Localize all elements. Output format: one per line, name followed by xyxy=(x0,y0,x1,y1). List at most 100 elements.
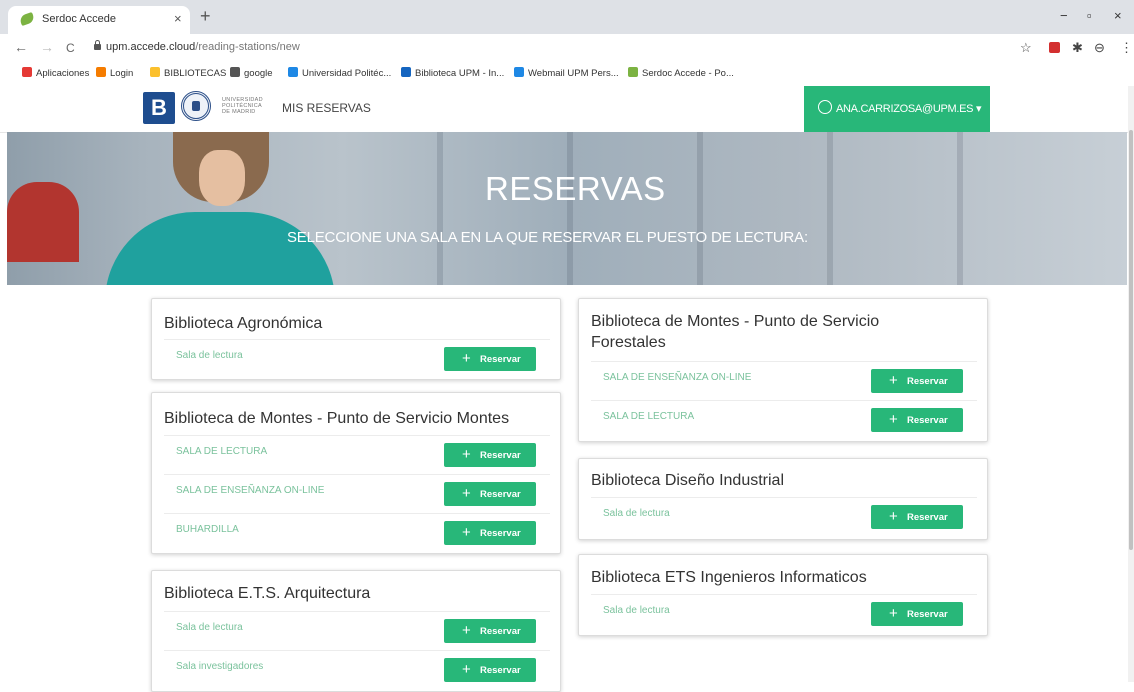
reservar-label: Reservar xyxy=(480,665,521,676)
plus-icon: + xyxy=(889,605,898,622)
reservar-button[interactable]: + Reservar xyxy=(871,602,963,626)
bookmark-item[interactable]: Serdoc Accede - Po... xyxy=(628,67,734,79)
room-row: SALA DE ENSEÑANZA ON-LINE + Reservar xyxy=(591,361,977,400)
background-person xyxy=(7,182,79,262)
address-bar[interactable]: upm.accede.cloud/reading-stations/new xyxy=(106,41,300,53)
reservar-button[interactable]: + Reservar xyxy=(871,369,963,393)
bookmark-item[interactable]: Webmail UPM Pers... xyxy=(514,67,619,79)
nav-mis-reservas[interactable]: MIS RESERVAS xyxy=(282,101,371,115)
tab-title: Serdoc Accede xyxy=(42,13,116,25)
woman-face xyxy=(199,150,245,206)
reload-icon[interactable]: C xyxy=(66,41,75,55)
library-name: Biblioteca ETS Ingenieros Informaticos xyxy=(591,569,867,586)
university-line: DE MADRID xyxy=(222,109,256,115)
library-card: Biblioteca E.T.S. Arquitectura Sala de l… xyxy=(151,570,561,692)
reservar-label: Reservar xyxy=(480,354,521,365)
plus-icon: + xyxy=(462,350,471,367)
reservar-button[interactable]: + Reservar xyxy=(444,658,536,682)
minimize-icon[interactable]: − xyxy=(1060,8,1068,23)
library-name: Biblioteca Agronómica xyxy=(164,315,323,332)
university-name: UNIVERSIDAD POLITÉCNICA DE MADRID xyxy=(222,97,263,115)
profile-icon[interactable]: ⊖ xyxy=(1094,40,1105,56)
bookmark-item[interactable]: BIBLIOTECAS xyxy=(150,67,226,79)
folder-icon xyxy=(150,67,160,77)
library-card: Biblioteca ETS Ingenieros Informaticos S… xyxy=(578,554,988,636)
bookmark-star-icon[interactable]: ☆ xyxy=(1020,40,1032,56)
reservar-button[interactable]: + Reservar xyxy=(871,505,963,529)
maximize-icon[interactable]: ▫ xyxy=(1087,8,1092,23)
shelf-decor xyxy=(957,132,963,285)
tab-close-icon[interactable]: × xyxy=(174,11,182,26)
user-email-text: ANA.CARRIZOSA@UPM.ES xyxy=(836,103,974,115)
reservar-label: Reservar xyxy=(480,626,521,637)
library-card: Biblioteca de Montes - Punto de Servicio… xyxy=(151,392,561,554)
user-email: ANA.CARRIZOSA@UPM.ES ▾ xyxy=(836,103,982,115)
room-name[interactable]: Sala investigadores xyxy=(176,661,263,672)
shelf-decor xyxy=(827,132,833,285)
biblioteca-logo[interactable]: B xyxy=(143,92,175,124)
user-menu-button[interactable]: ANA.CARRIZOSA@UPM.ES ▾ xyxy=(804,86,990,132)
browser-toolbar: ← → C upm.accede.cloud/reading-stations/… xyxy=(0,34,1134,62)
site-header: B UNIVERSIDAD POLITÉCNICA DE MADRID MIS … xyxy=(0,86,1134,133)
reservar-button[interactable]: + Reservar xyxy=(444,443,536,467)
reservar-button[interactable]: + Reservar xyxy=(444,521,536,545)
bookmark-item[interactable]: Universidad Politéc... xyxy=(288,67,391,79)
plus-icon: + xyxy=(462,446,471,463)
bookmark-item[interactable]: Biblioteca UPM - In... xyxy=(401,67,504,79)
bookmarks-bar: Aplicaciones Login BIBLIOTECAS google Un… xyxy=(0,62,1134,87)
back-icon[interactable]: ← xyxy=(14,39,28,55)
shelf-decor xyxy=(567,132,573,285)
reservar-button[interactable]: + Reservar xyxy=(444,619,536,643)
bookmark-item[interactable]: Login xyxy=(96,67,133,79)
room-name[interactable]: BUHARDILLA xyxy=(176,524,239,535)
browser-tab[interactable]: Serdoc Accede × xyxy=(8,6,190,34)
library-name: Biblioteca de Montes - Punto de Servicio… xyxy=(591,313,880,351)
close-window-icon[interactable]: × xyxy=(1114,8,1122,23)
plus-icon: + xyxy=(889,372,898,389)
reservar-button[interactable]: + Reservar xyxy=(871,408,963,432)
room-name[interactable]: Sala de lectura xyxy=(603,508,670,519)
bookmark-label: Webmail UPM Pers... xyxy=(528,68,619,79)
room-name[interactable]: SALA DE LECTURA xyxy=(176,446,267,457)
reservar-button[interactable]: + Reservar xyxy=(444,347,536,371)
room-name[interactable]: Sala de lectura xyxy=(176,350,243,361)
room-name[interactable]: Sala de lectura xyxy=(176,622,243,633)
new-tab-icon[interactable]: + xyxy=(200,7,211,25)
bookmark-label: Universidad Politéc... xyxy=(302,68,392,79)
library-name: Biblioteca de Montes - Punto de Servicio… xyxy=(164,410,510,427)
plus-icon: + xyxy=(462,622,471,639)
library-name: Biblioteca E.T.S. Arquitectura xyxy=(164,585,371,602)
bookmark-item[interactable]: google xyxy=(230,67,273,79)
room-row: Sala investigadores + Reservar xyxy=(164,650,550,689)
room-row: SALA DE LECTURA + Reservar xyxy=(591,400,977,439)
room-name[interactable]: SALA DE ENSEÑANZA ON-LINE xyxy=(603,372,751,383)
library-icon xyxy=(401,67,411,77)
reservar-label: Reservar xyxy=(480,489,521,500)
browser-tab-strip: Serdoc Accede × + − ▫ × xyxy=(0,0,1134,34)
room-name[interactable]: SALA DE LECTURA xyxy=(603,411,694,422)
room-row: Sala de lectura + Reservar xyxy=(591,497,977,536)
room-row: SALA DE LECTURA + Reservar xyxy=(164,435,550,474)
scrollbar-thumb[interactable] xyxy=(1129,130,1133,550)
room-row: Sala de lectura + Reservar xyxy=(164,339,550,378)
library-card: Biblioteca Agronómica Sala de lectura + R… xyxy=(151,298,561,380)
bookmark-label: Login xyxy=(110,68,134,79)
apps-grid-icon xyxy=(22,67,32,77)
room-name[interactable]: SALA DE ENSEÑANZA ON-LINE xyxy=(176,485,324,496)
shelf-decor xyxy=(437,132,443,285)
library-name: Biblioteca Diseño Industrial xyxy=(591,472,784,489)
forward-icon[interactable]: → xyxy=(40,39,54,55)
leaf-favicon-icon xyxy=(18,11,36,27)
login-icon xyxy=(96,67,106,77)
plus-icon: + xyxy=(462,524,471,541)
plus-icon: + xyxy=(462,661,471,678)
room-name[interactable]: Sala de lectura xyxy=(603,605,670,616)
extensions-icon[interactable]: ✱ xyxy=(1072,40,1083,56)
bookmark-item[interactable]: Aplicaciones xyxy=(22,67,89,79)
reservar-label: Reservar xyxy=(480,528,521,539)
pdf-extension-icon[interactable] xyxy=(1049,42,1060,53)
menu-icon[interactable]: ⋮ xyxy=(1120,40,1133,56)
reservar-label: Reservar xyxy=(907,609,948,620)
leaf-icon xyxy=(628,67,638,77)
reservar-button[interactable]: + Reservar xyxy=(444,482,536,506)
